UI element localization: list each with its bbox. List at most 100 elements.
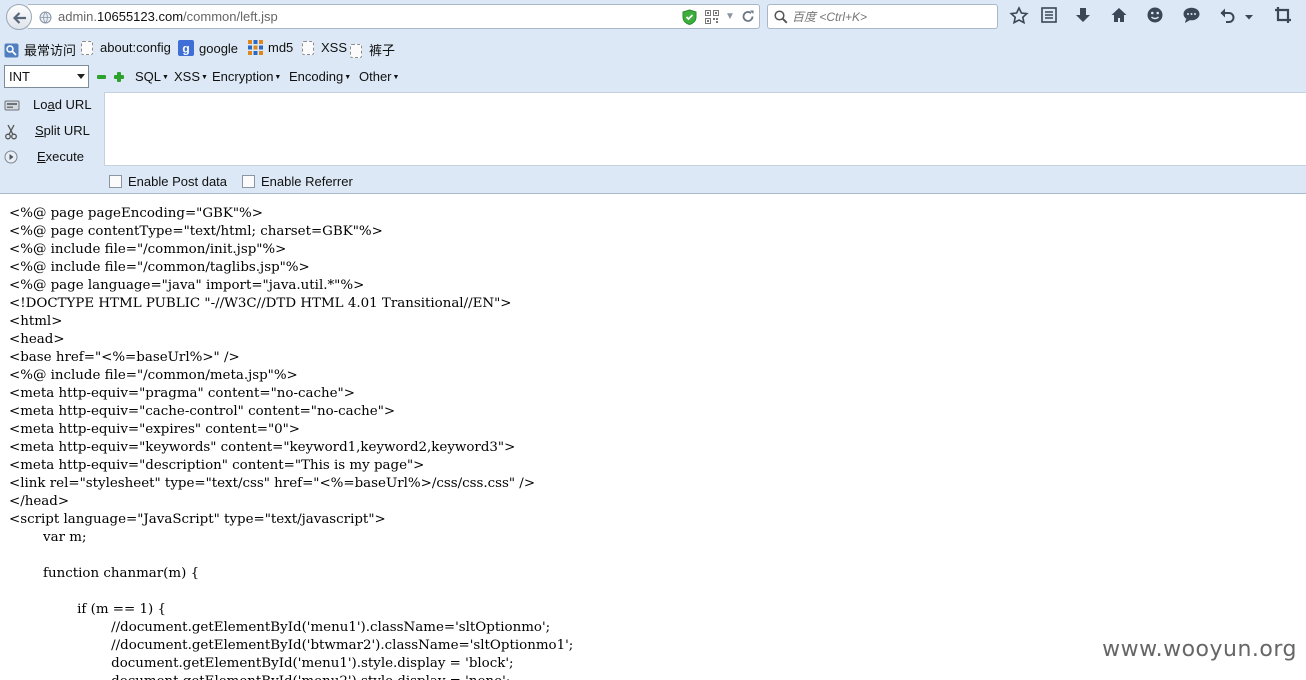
bookmark-google[interactable]: g google — [178, 40, 238, 58]
bookmark-label: 最常访问 — [24, 43, 77, 58]
url-path: /common/left.jsp — [183, 9, 278, 24]
caret-down-icon: ▼ — [162, 74, 169, 81]
type-select-value: INT — [9, 69, 30, 84]
hackbar-actions: Load URL Split URL Execute — [0, 92, 104, 166]
menu-label: Encoding — [289, 69, 344, 84]
menu-label: SQL — [135, 69, 162, 84]
reload-icon[interactable] — [741, 9, 755, 27]
source-line: <meta http-equiv="description" content="… — [9, 458, 425, 473]
search-input[interactable] — [792, 8, 992, 25]
enable-post-data-label: Enable Post data — [128, 174, 228, 189]
bookmark-kuzi[interactable]: 裤子 — [350, 40, 395, 58]
caret-down-icon: ▼ — [201, 74, 208, 81]
source-line — [9, 583, 1299, 601]
undo-dropdown-icon[interactable] — [1244, 10, 1266, 32]
bookmark-label: google — [199, 41, 239, 56]
split-url-label: Split URL — [35, 123, 90, 138]
back-button[interactable] — [6, 4, 32, 30]
source-line — [9, 547, 1299, 565]
load-url-label: Load URL — [33, 97, 92, 112]
undo-icon[interactable] — [1218, 6, 1240, 28]
svg-text:g: g — [182, 42, 189, 56]
url-host: 10655123.com — [97, 9, 184, 24]
bookmarks-bar: 最常访问 about:config g google md5 XSS 裤子 — [0, 34, 1306, 62]
bookmark-xss[interactable]: XSS — [302, 40, 347, 58]
page-icon — [81, 41, 93, 55]
bookmark-label: 裤子 — [369, 43, 396, 58]
enable-referrer-checkbox[interactable]: Enable Referrer — [242, 174, 353, 189]
source-line: <%@ include file="/common/taglibs.jsp"%> — [9, 260, 310, 275]
enable-referrer-label: Enable Referrer — [261, 174, 353, 189]
caret-down-icon: ▼ — [274, 74, 282, 81]
checkbox-icon — [109, 175, 122, 188]
source-line: <meta http-equiv="pragma" content="no-ca… — [9, 386, 355, 401]
decrement-icon[interactable] — [97, 75, 106, 79]
menu-other[interactable]: Other▼ — [359, 69, 399, 84]
bookmark-most-visited[interactable]: 最常访问 — [4, 40, 76, 58]
watermark: www.wooyun.org — [1102, 637, 1297, 662]
caret-down-icon: ▼ — [344, 74, 352, 81]
increment-icon[interactable] — [114, 72, 124, 82]
grid-icon — [248, 40, 263, 58]
emoticon-icon[interactable] — [1146, 6, 1168, 28]
source-line: <script language="JavaScript" type="text… — [9, 512, 386, 527]
downloads-icon[interactable] — [1074, 6, 1096, 28]
bookmark-md5[interactable]: md5 — [248, 40, 293, 58]
source-line: <%@ include file="/common/init.jsp"%> — [9, 242, 287, 257]
bookmark-label: about:config — [100, 40, 171, 55]
source-line: function chanmar(m) { — [9, 566, 200, 581]
split-url-button[interactable]: Split URL — [0, 118, 104, 144]
source-line: <link rel="stylesheet" type="text/css" h… — [9, 476, 536, 491]
most-visited-icon — [4, 43, 19, 61]
back-arrow-icon — [12, 12, 26, 24]
home-icon[interactable] — [1110, 6, 1132, 28]
source-line: <meta http-equiv="keywords" content="key… — [9, 440, 516, 455]
menu-label: Other — [359, 69, 392, 84]
source-line: //document.getElementById('menu1').class… — [9, 620, 551, 635]
chat-icon[interactable] — [1182, 6, 1204, 28]
url-text[interactable]: admin.10655123.com/common/left.jsp — [58, 9, 278, 24]
bookmark-about-config[interactable]: about:config — [81, 40, 171, 58]
qr-code-icon[interactable] — [705, 10, 719, 27]
scissors-icon — [4, 124, 18, 143]
source-line: <head> — [9, 332, 65, 347]
url-bar[interactable]: admin.10655123.com/common/left.jsp ▼ — [28, 4, 760, 29]
source-line: <base href="<%=baseUrl%>" /> — [9, 350, 240, 365]
caret-down-icon: ▼ — [392, 74, 400, 81]
menu-encryption[interactable]: Encryption▼ — [212, 69, 281, 84]
bookmark-label: md5 — [268, 40, 294, 55]
search-box[interactable] — [767, 4, 998, 29]
hackbar-options: Enable Post data Enable Referrer — [0, 166, 1306, 194]
crop-icon[interactable] — [1274, 6, 1296, 28]
load-url-button[interactable]: Load URL — [0, 92, 104, 118]
bookmarks-menu-icon[interactable] — [1040, 6, 1062, 28]
type-select[interactable]: INT — [4, 65, 89, 88]
shield-icon[interactable] — [682, 9, 697, 28]
hackbar-url-textarea[interactable] — [104, 92, 1306, 166]
source-line: <!DOCTYPE HTML PUBLIC "-//W3C//DTD HTML … — [9, 296, 512, 311]
url-dropdown-icon[interactable]: ▼ — [725, 11, 735, 22]
source-line: document.getElementById('menu2').style.d… — [9, 673, 1299, 680]
page-icon — [302, 41, 314, 55]
play-icon — [4, 150, 18, 167]
source-line: var m; — [9, 530, 87, 545]
execute-label: Execute — [37, 149, 84, 164]
page-source-content: <%@ page pageEncoding="GBK"%> <%@ page co… — [9, 205, 1299, 680]
search-icon — [774, 10, 788, 27]
source-line: if (m == 1) { — [9, 602, 166, 617]
chevron-down-icon — [77, 74, 85, 79]
bookmark-star-icon[interactable] — [1009, 6, 1031, 28]
page-icon — [350, 44, 362, 58]
menu-sql[interactable]: SQL▼ — [135, 69, 169, 84]
source-line: <meta http-equiv="expires" content="0"> — [9, 422, 301, 437]
source-line: <%@ page language="java" import="java.ut… — [9, 278, 365, 293]
menu-encoding[interactable]: Encoding▼ — [289, 69, 351, 84]
hackbar-toolbar: INT SQL▼ XSS▼ Encryption▼ Encoding▼ Othe… — [0, 62, 1306, 92]
menu-label: XSS — [174, 69, 201, 84]
source-line: <%@ page pageEncoding="GBK"%> — [9, 206, 263, 221]
source-line: </head> — [9, 494, 70, 509]
menu-xss[interactable]: XSS▼ — [174, 69, 208, 84]
enable-post-data-checkbox[interactable]: Enable Post data — [109, 174, 227, 189]
source-line: <html> — [9, 314, 63, 329]
menu-label: Encryption — [212, 69, 274, 84]
